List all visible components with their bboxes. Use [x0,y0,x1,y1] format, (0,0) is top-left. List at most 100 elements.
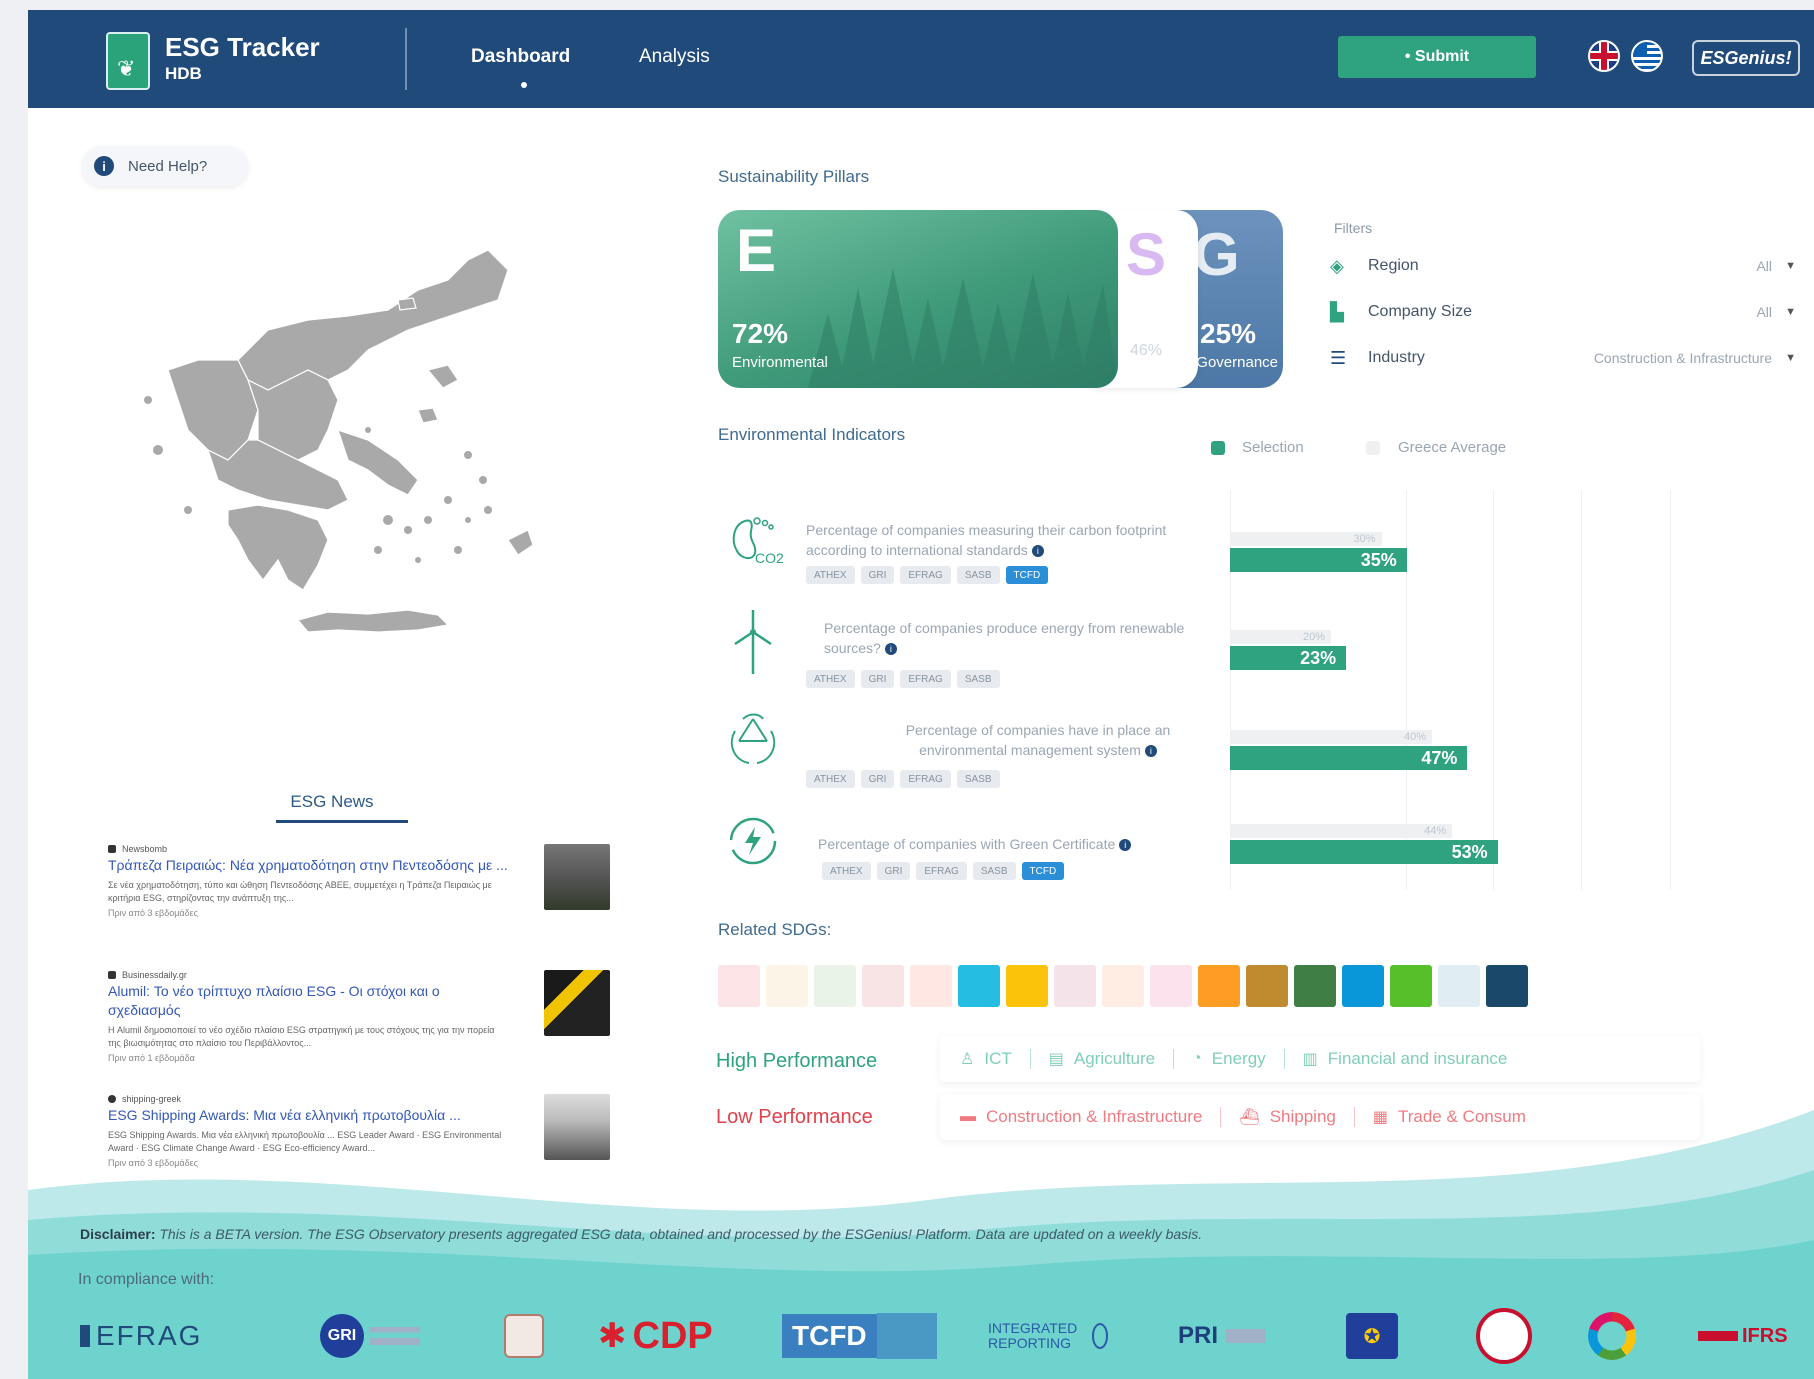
eu-logo[interactable]: ✪ [1346,1306,1398,1366]
sector-agriculture[interactable]: ▤ Agriculture [1049,1049,1155,1069]
map-region-crete[interactable] [296,609,450,633]
selection-bar[interactable]: 35% [1230,548,1407,572]
greece-flag-icon[interactable] [1631,40,1663,72]
crest-logo[interactable] [504,1306,544,1366]
sdg-wheel-logo[interactable] [1588,1306,1636,1366]
sdg-tile-1[interactable] [718,965,760,1007]
map-region-lesvos[interactable] [426,364,459,389]
sdg-tile-8[interactable] [1054,965,1096,1007]
indicator-description: Percentage of companies have in place an… [905,722,1171,758]
tag-athex[interactable]: ATHEX [822,862,871,880]
ifrs-logo[interactable]: IFRS [1698,1306,1788,1366]
tag-tcfd[interactable]: TCFD [1005,566,1049,584]
industry-filter[interactable]: ☰ Industry Construction & Infrastructure… [1330,343,1800,373]
news-thumbnail[interactable] [544,970,610,1036]
cdp-logo[interactable]: ✱ CDP [598,1306,713,1366]
indicator-row[interactable]: Percentage of companies produce energy f… [718,606,1718,688]
tag-athex[interactable]: ATHEX [806,566,855,584]
sdg-tile-15[interactable] [1390,965,1432,1007]
info-icon[interactable]: i [1144,745,1157,758]
sdg-tile-11[interactable] [1198,965,1240,1007]
seal-logo[interactable] [1476,1306,1532,1366]
news-headline[interactable]: Τράπεζα Πειραιώς: Νέα χρηματοδότηση στην… [108,856,508,875]
sdg-tile-7[interactable] [1006,965,1048,1007]
sustainability-pillars-title: Sustainability Pillars [718,167,870,186]
gri-logo[interactable]: GRI [320,1306,420,1366]
map-region-north[interactable] [237,249,509,391]
sdg-tile-10[interactable] [1150,965,1192,1007]
map-region-peloponnese[interactable] [227,504,329,591]
need-help-button[interactable]: i Need Help? [82,146,248,186]
region-filter-label: Region [1368,257,1419,274]
sector-energy[interactable]: ◔ Energy [1192,1049,1266,1069]
tag-athex[interactable]: ATHEX [806,670,855,688]
region-filter[interactable]: ◈ Region All ▼ [1330,251,1800,281]
sector-label: ICT [984,1049,1012,1068]
map-island-thasos[interactable] [397,297,417,311]
selection-bar[interactable]: 47% [1230,746,1468,770]
indicator-row[interactable]: Percentage of companies with Green Certi… [718,806,1718,886]
sector-ict[interactable]: ♙ ICT [960,1049,1012,1069]
sdg-tile-16[interactable] [1438,965,1480,1007]
tag-efrag[interactable]: EFRAG [916,862,967,880]
info-icon[interactable]: i [1119,839,1132,852]
sdg-tile-5[interactable] [910,965,952,1007]
info-icon[interactable]: i [884,643,897,656]
map-region-evia[interactable] [337,429,419,496]
sdg-tiles [718,965,1528,1007]
tag-sasb[interactable]: SASB [956,770,1000,788]
indicator-tags: ATHEX GRI EFRAG SASB [806,770,1000,788]
news-thumbnail[interactable] [544,844,610,910]
esgenius-logo[interactable]: ESGenius! [1692,40,1800,76]
greece-map[interactable] [88,220,608,660]
sdg-tile-3[interactable] [814,965,856,1007]
tag-athex[interactable]: ATHEX [806,770,855,788]
uk-flag-icon[interactable] [1588,40,1620,72]
sdg-tile-14[interactable] [1342,965,1384,1007]
indicator-row[interactable]: CO2 Percentage of companies measuring th… [718,506,1718,586]
selection-bar[interactable]: 53% [1230,840,1498,864]
tag-sasb[interactable]: SASB [956,670,1000,688]
submit-button[interactable]: • Submit [1338,36,1536,78]
info-icon[interactable]: i [1031,545,1044,558]
chevron-down-icon: ▼ [1785,352,1796,364]
company-size-filter[interactable]: ▙ Company Size All ▼ [1330,297,1800,327]
sdg-tile-2[interactable] [766,965,808,1007]
tag-gri[interactable]: GRI [860,566,895,584]
sdg-tile-17[interactable] [1486,965,1528,1007]
tag-sasb[interactable]: SASB [956,566,1000,584]
tag-efrag[interactable]: EFRAG [900,770,951,788]
sdg-tile-6[interactable] [958,965,1000,1007]
tab-dashboard[interactable]: Dashboard [471,46,570,68]
pri-logo[interactable]: PRI [1178,1306,1267,1366]
sdg-tile-12[interactable] [1246,965,1288,1007]
news-item[interactable]: Businessdaily.gr Alumil: Το νέο τρίπτυχο… [108,968,610,1078]
map-island-chios[interactable] [417,407,439,424]
environmental-letter: E [736,217,777,284]
tab-analysis[interactable]: Analysis [639,46,710,68]
tag-gri[interactable]: GRI [860,770,895,788]
indicator-tags: ATHEX GRI EFRAG SASB [806,670,1000,688]
sdg-tile-13[interactable] [1294,965,1336,1007]
efrag-logo[interactable]: EFRAG [80,1306,202,1366]
tag-gri[interactable]: GRI [876,862,911,880]
map-island-rhodes[interactable] [507,529,534,556]
sector-financial[interactable]: ▥ Financial and insurance [1303,1049,1508,1069]
news-item[interactable]: Newsbomb Τράπεζα Πειραιώς: Νέα χρηματοδό… [108,842,610,952]
esg-news-title[interactable]: ESG News [266,792,398,812]
environmental-pillar-card[interactable]: E 72% Environmental [718,210,1118,388]
tcfd-logo[interactable]: TCFD [782,1306,937,1366]
sector-label: Energy [1211,1049,1266,1068]
integrated-reporting-logo[interactable]: INTEGRATED REPORTING [988,1306,1108,1366]
tag-gri[interactable]: GRI [860,670,895,688]
indicator-row[interactable]: Percentage of companies have in place an… [718,706,1718,788]
sdg-tile-9[interactable] [1102,965,1144,1007]
tag-tcfd[interactable]: TCFD [1021,862,1065,880]
tag-sasb[interactable]: SASB [972,862,1016,880]
esg-tracker-logo[interactable]: ❦ [106,32,150,90]
tag-efrag[interactable]: EFRAG [900,566,951,584]
selection-bar[interactable]: 23% [1230,646,1347,670]
news-headline[interactable]: Alumil: Το νέο τρίπτυχο πλαίσιο ESG - Οι… [108,982,508,1020]
sdg-tile-4[interactable] [862,965,904,1007]
tag-efrag[interactable]: EFRAG [900,670,951,688]
